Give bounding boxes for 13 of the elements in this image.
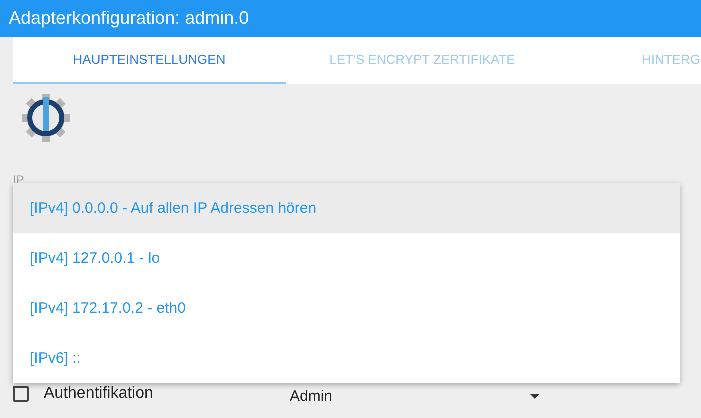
- checkbox[interactable]: [13, 386, 29, 402]
- user-select[interactable]: Admin: [290, 384, 540, 408]
- caret-icon: [530, 394, 540, 398]
- menu-item[interactable]: [IPv4] 127.0.0.1 - lo: [13, 233, 680, 283]
- tab[interactable]: LET'S ENCRYPT ZERTIFIKATE: [286, 37, 559, 84]
- menu-item[interactable]: [IPv6] ::: [13, 333, 680, 383]
- tab[interactable]: HAUPTEINSTELLUNGEN: [13, 37, 286, 84]
- menu-item[interactable]: [IPv4] 0.0.0.0 - Auf allen IP Adressen hören: [13, 183, 680, 233]
- gear-logo-icon: [20, 93, 72, 143]
- menu-item[interactable]: [IPv4] 172.17.0.2 - eth0: [13, 283, 680, 333]
- window-title: Adapterkonfiguration: admin.0: [9, 8, 250, 29]
- tab[interactable]: HINTERG: [559, 37, 701, 84]
- checkbox-label: Authentifikation: [44, 385, 154, 403]
